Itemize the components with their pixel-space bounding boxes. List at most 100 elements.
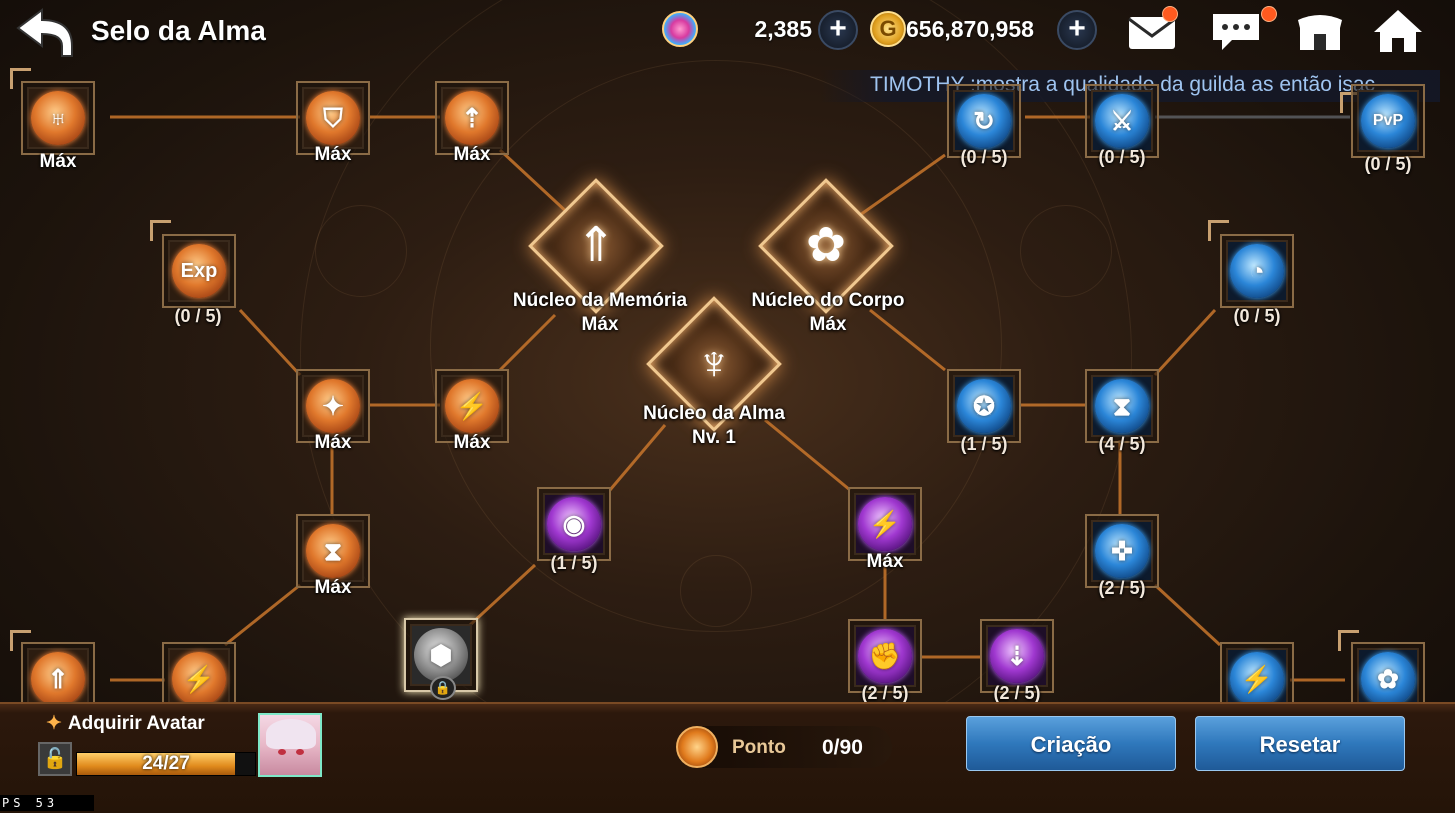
avatar-progress-bar: 24/27 — [76, 752, 256, 776]
skill-node-5-level: Máx — [314, 432, 352, 453]
skill-node-13[interactable]: ✊ — [848, 619, 922, 693]
padlock-icon: 🔒 — [430, 676, 456, 700]
orb-ring-icon: ◉ — [562, 509, 586, 539]
winged-trident-icon: ♆ — [696, 337, 732, 390]
gem-currency — [662, 10, 698, 48]
skill-node-4[interactable]: Exp — [162, 234, 236, 308]
skill-node-5[interactable]: ✦ — [296, 369, 370, 443]
skill-node-15[interactable]: ↻ — [947, 84, 1021, 158]
skill-node-22[interactable]: ⚡ — [1220, 642, 1294, 716]
soul-seal-screen: Selo da Alma 2,385 + G 656,870,958 + TIM… — [0, 0, 1455, 813]
memory-core[interactable]: ⇑ — [528, 178, 664, 314]
skill-node-23[interactable]: ✿ — [1351, 642, 1425, 716]
star-icon: ✦ — [46, 713, 62, 734]
feather-slash-icon: ⚡ — [455, 391, 489, 421]
reset-button[interactable]: Resetar — [1195, 716, 1405, 771]
sword-up-icon: ⇑ — [47, 664, 69, 694]
body-core-level: Máx — [809, 314, 847, 335]
avatar-portrait[interactable] — [258, 713, 322, 777]
page-title: Selo da Alma — [91, 15, 266, 46]
avatar-hair — [266, 719, 316, 749]
skill-node-13-level: (2 / 5) — [861, 683, 909, 703]
gold-coin-icon: G — [870, 11, 906, 47]
skill-node-20[interactable]: ⧗ — [1085, 369, 1159, 443]
gem-icon — [662, 11, 698, 47]
skill-node-7[interactable]: ⧗ — [296, 514, 370, 588]
skill-node-16-level: (0 / 5) — [1098, 147, 1146, 167]
person-down-icon: ⇣ — [1006, 641, 1028, 671]
skill-node-3[interactable]: ⇡ — [435, 81, 509, 155]
create-button[interactable]: Criação — [966, 716, 1176, 771]
flame-shield-icon: ✪ — [973, 391, 995, 421]
fist-icon: ✊ — [868, 641, 902, 671]
chat-notification-dot — [1261, 6, 1277, 22]
skill-node-21-level: (2 / 5) — [1098, 578, 1146, 598]
acquire-avatar[interactable]: ✦ Adquirir Avatar — [46, 712, 205, 735]
skill-node-2[interactable]: ⛉ — [296, 81, 370, 155]
skill-node-14-level: (2 / 5) — [993, 683, 1041, 703]
home-icon[interactable] — [1372, 8, 1424, 54]
add-gems-button[interactable]: + — [818, 10, 858, 50]
add-gold-button[interactable]: + — [1057, 10, 1097, 50]
skill-node-10[interactable]: ◉ — [537, 487, 611, 561]
soul-core-level: Nv. 1 — [691, 427, 736, 448]
skill-node-10-level: (1 / 5) — [550, 553, 598, 573]
body-core-name: Núcleo do Corpo — [751, 290, 905, 311]
soul-core-name: Núcleo da Alma — [643, 403, 785, 424]
gold-currency: G — [870, 10, 906, 48]
hourglass-icon: ⧗ — [323, 536, 343, 566]
person-up-icon: ⇡ — [461, 103, 483, 133]
skill-node-16[interactable]: ⚔ — [1085, 84, 1159, 158]
skill-node-14[interactable]: ⇣ — [980, 619, 1054, 693]
pvp-icon: PvP — [1372, 112, 1404, 129]
skill-node-18-level: (0 / 5) — [1233, 306, 1281, 326]
feather-slash-icon: ⚡ — [182, 664, 216, 694]
swirl-icon: ↻ — [973, 106, 995, 136]
back-arrow-icon[interactable] — [14, 6, 76, 58]
skill-node-19[interactable]: ✪ — [947, 369, 1021, 443]
cooldown-icon: ◔ — [1249, 256, 1265, 286]
skill-node-19-level: (1 / 5) — [960, 434, 1008, 454]
memory-core-label: Núcleo da Memória Máx — [513, 289, 687, 337]
skill-node-2-level: Máx — [314, 144, 352, 165]
chat-icon[interactable] — [1210, 8, 1262, 54]
skill-node-9[interactable]: ⚡ — [162, 642, 236, 716]
unlock-icon[interactable]: 🔓 — [38, 742, 72, 776]
soul-core[interactable]: ♆ — [646, 296, 782, 432]
skill-node-18[interactable]: ◔ — [1220, 234, 1294, 308]
body-core[interactable]: ✿ — [758, 178, 894, 314]
skill-node-17[interactable]: PvP — [1351, 84, 1425, 158]
feather-slash-icon: ⚡ — [1240, 664, 1274, 694]
demon-crest-icon: ♅ — [48, 103, 68, 133]
skill-node-12[interactable]: ⚡ — [848, 487, 922, 561]
skill-node-17-level: (0 / 5) — [1364, 154, 1412, 174]
skill-node-20-level: (4 / 5) — [1098, 434, 1146, 454]
book-swirl-icon: ✿ — [1377, 664, 1399, 694]
skill-node-3-level: Máx — [453, 144, 491, 165]
skill-node-1-level: Máx — [39, 151, 77, 172]
gold-amount: 656,870,958 — [906, 16, 1034, 42]
shield-icon: ⛉ — [323, 103, 343, 133]
points-label: Ponto — [732, 737, 786, 758]
avatar-progress-text: 24/27 — [142, 753, 190, 774]
sword-emblem-icon: ⇑ — [575, 219, 617, 272]
soul-core-label: Núcleo da Alma Nv. 1 — [643, 402, 785, 450]
acquire-avatar-label: Adquirir Avatar — [67, 713, 205, 734]
skill-node-6[interactable]: ⚡ — [435, 369, 509, 443]
skill-node-21[interactable]: ✜ — [1085, 514, 1159, 588]
shop-icon[interactable] — [1294, 8, 1346, 54]
memory-core-level: Máx — [581, 314, 619, 335]
book-swirl-icon: ✿ — [805, 219, 847, 272]
skill-node-15-level: (0 / 5) — [960, 147, 1008, 167]
memory-core-name: Núcleo da Memória — [512, 290, 688, 311]
soul-point-icon — [676, 726, 718, 768]
exp-icon: Exp — [180, 260, 218, 282]
feather-slash-icon: ⚡ — [868, 509, 902, 539]
skill-node-8[interactable]: ⇑ — [21, 642, 95, 716]
body-core-label: Núcleo do Corpo Máx — [751, 289, 904, 337]
compass-icon: ✦ — [322, 391, 344, 421]
skill-node-1[interactable]: ♅ — [21, 81, 95, 155]
fps-counter: PS 53 — [0, 795, 94, 811]
crosshair-icon: ✜ — [1111, 536, 1133, 566]
skill-node-7-level: Máx — [314, 577, 352, 598]
